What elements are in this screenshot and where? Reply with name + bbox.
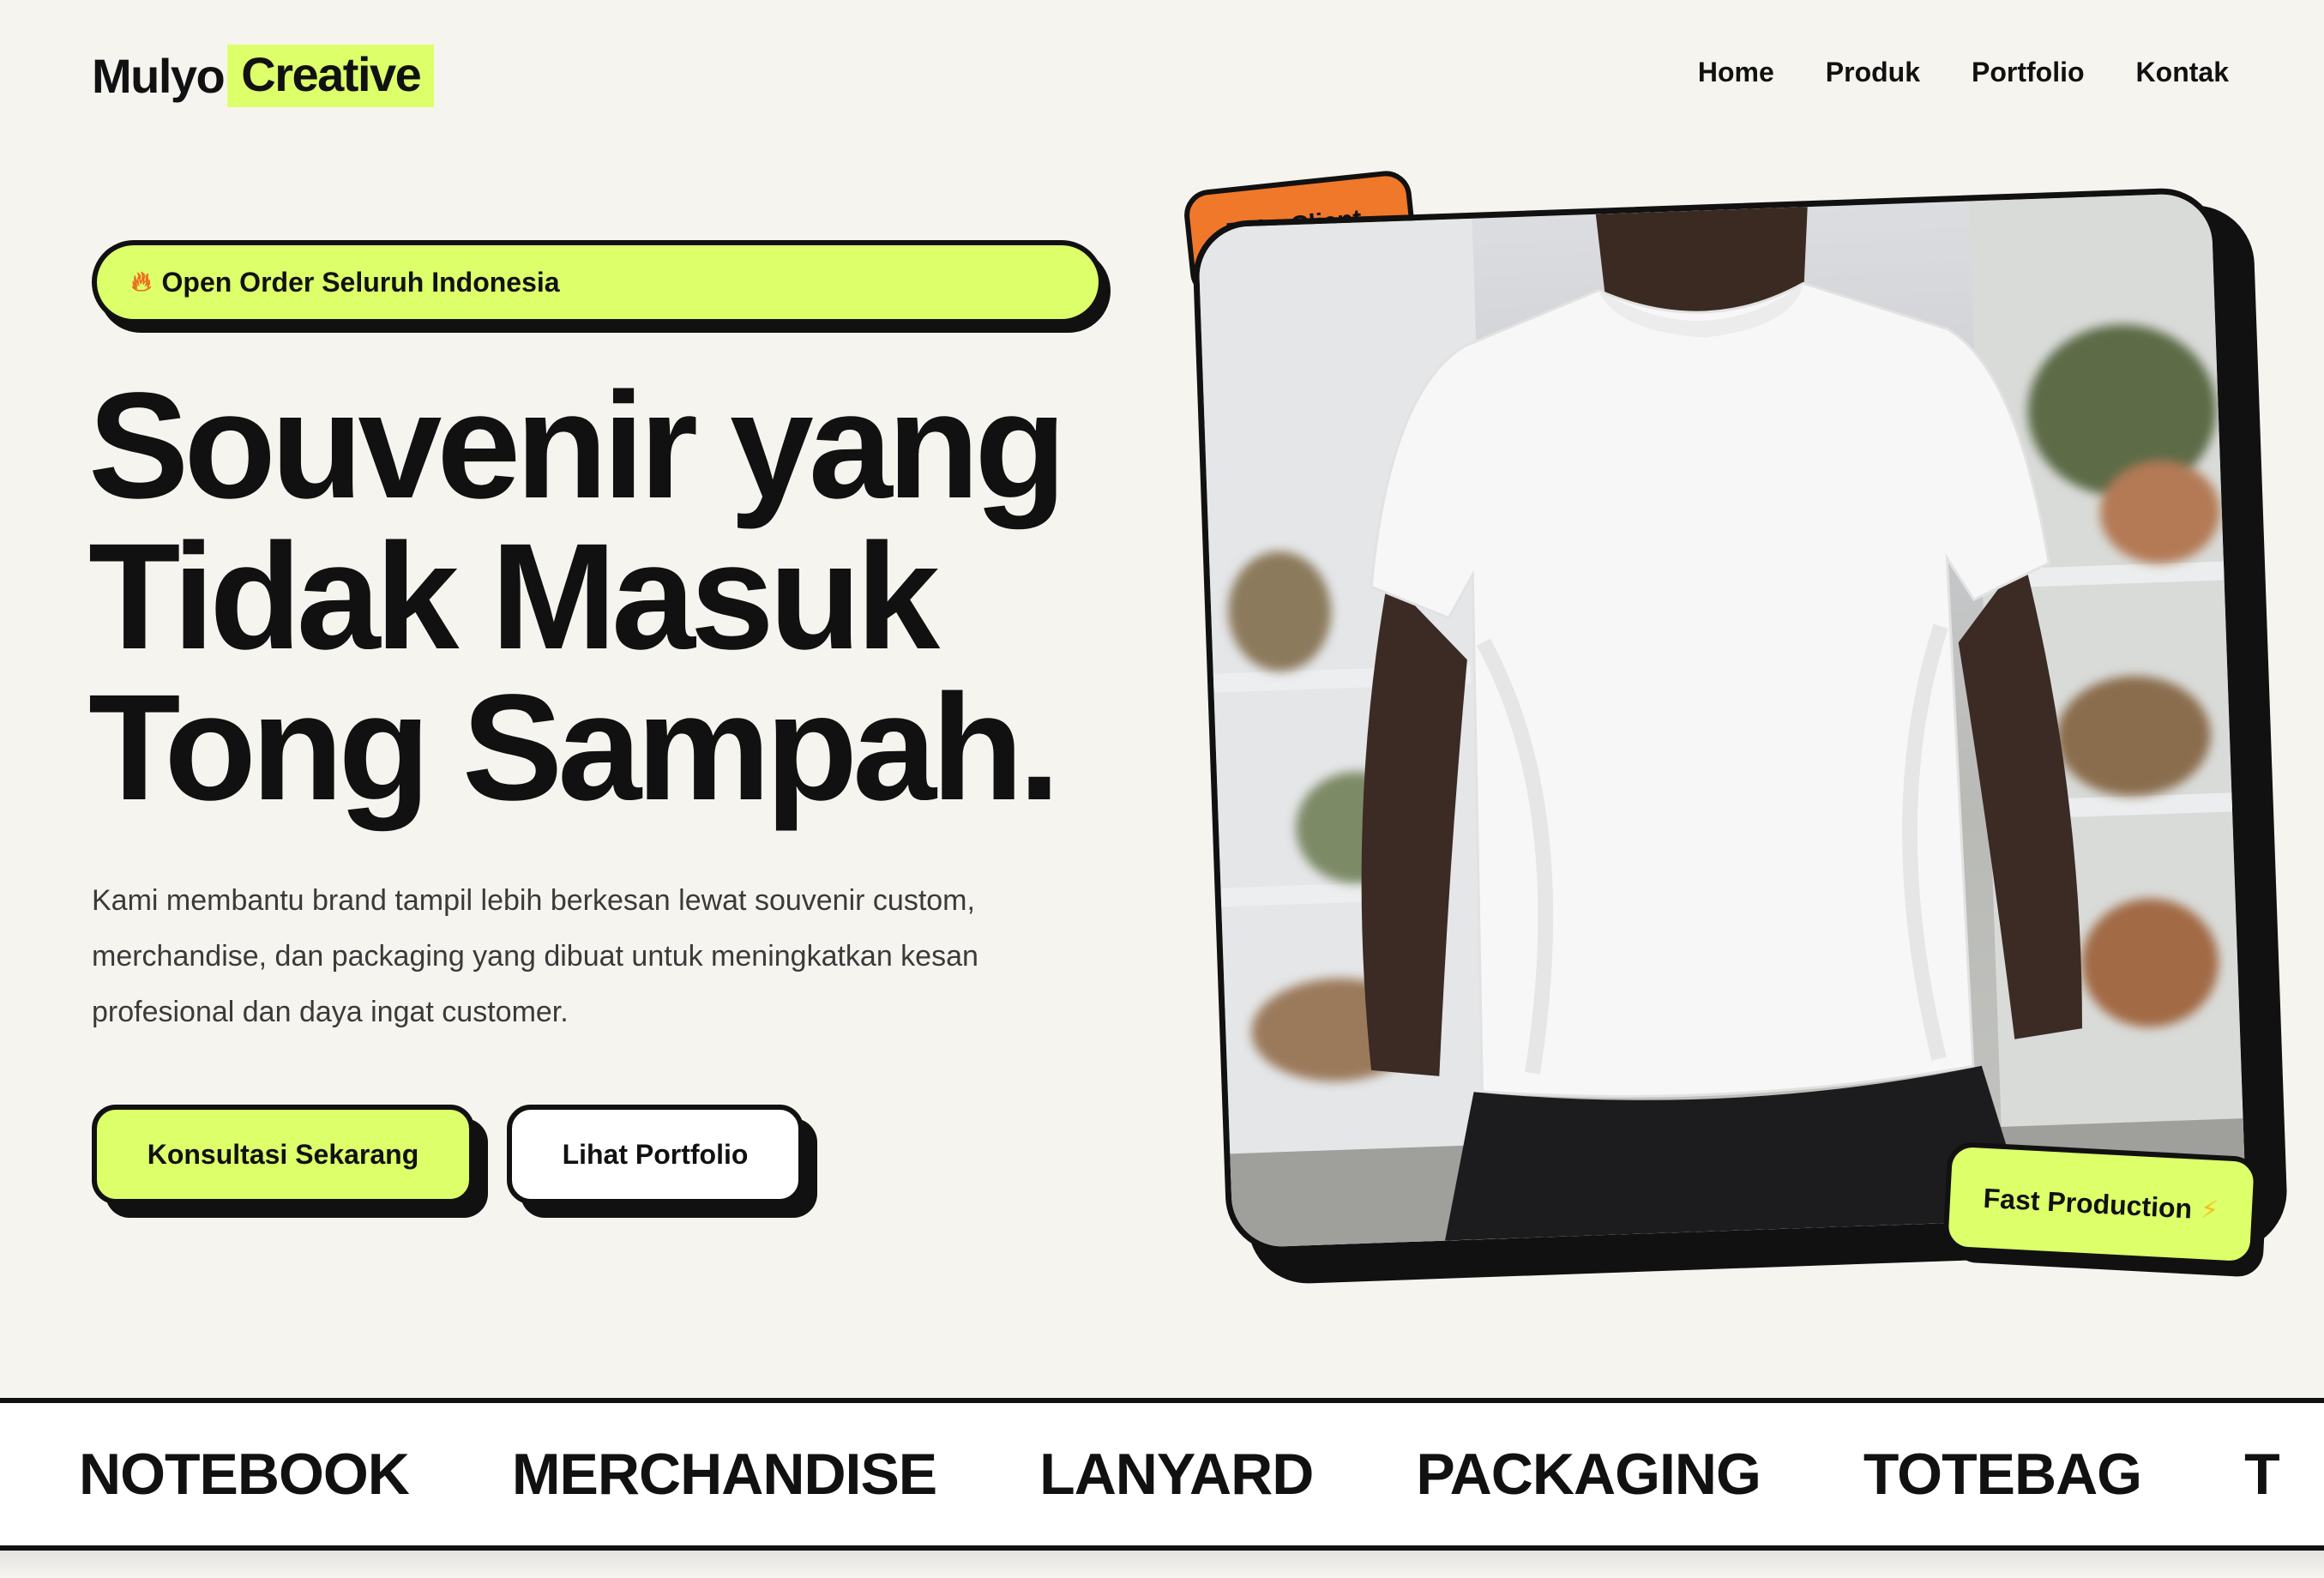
headline-line-1: Souvenir yang <box>88 362 1067 530</box>
view-portfolio-button[interactable]: Lihat Portfolio <box>507 1105 804 1204</box>
open-order-badge: 🔥︎ Open Order Seluruh Indonesia <box>92 240 1104 324</box>
marquee-item-lanyard: LANYARD <box>1039 1442 1314 1507</box>
marquee-item-notebook: NOTEBOOK <box>79 1442 410 1507</box>
fast-production-text: Fast Production <box>1982 1182 2194 1225</box>
fast-production-tag: Fast Production ⚡︎ <box>1942 1141 2261 1268</box>
headline-line-3: Tong Sampah. <box>88 664 1060 832</box>
tshirt-model-illustration <box>1361 207 2082 1241</box>
fire-icon: 🔥︎ <box>131 266 152 297</box>
marquee-item-merchandise: MERCHANDISE <box>511 1442 937 1507</box>
nav-link-produk[interactable]: Produk <box>1826 57 1920 88</box>
brand-name-part1: Mulyo <box>92 49 226 103</box>
marquee-item-totebag: TOTEBAG <box>1863 1442 2142 1507</box>
brand-logo[interactable]: Mulyo Creative <box>92 45 435 107</box>
main-nav: Home Produk Portfolio Kontak <box>1698 57 2229 88</box>
product-category-marquee: NOTEBOOK MERCHANDISE LANYARD PACKAGING T… <box>0 1398 2324 1551</box>
hero-product-image <box>1191 186 2253 1255</box>
brand-name-highlight: Creative <box>227 45 435 107</box>
hero-headline: Souvenir yang Tidak Masuk Tong Sampah. <box>88 370 1160 823</box>
bottom-fade <box>0 1551 2324 1578</box>
nav-link-kontak[interactable]: Kontak <box>2136 57 2229 88</box>
headline-line-2: Tidak Masuk <box>88 513 940 681</box>
open-order-text: Open Order Seluruh Indonesia <box>161 266 560 298</box>
hero-description: Kami membantu brand tampil lebih berkesa… <box>92 884 978 1028</box>
marquee-track: NOTEBOOK MERCHANDISE LANYARD PACKAGING T… <box>0 1441 2280 1508</box>
consult-now-button[interactable]: Konsultasi Sekarang <box>92 1105 474 1204</box>
nav-link-home[interactable]: Home <box>1698 57 1774 88</box>
marquee-item-packaging: PACKAGING <box>1416 1442 1761 1507</box>
nav-link-portfolio[interactable]: Portfolio <box>1972 57 2085 88</box>
lightning-icon: ⚡︎ <box>2200 1195 2219 1225</box>
marquee-item-partial: T <box>2244 1442 2280 1507</box>
